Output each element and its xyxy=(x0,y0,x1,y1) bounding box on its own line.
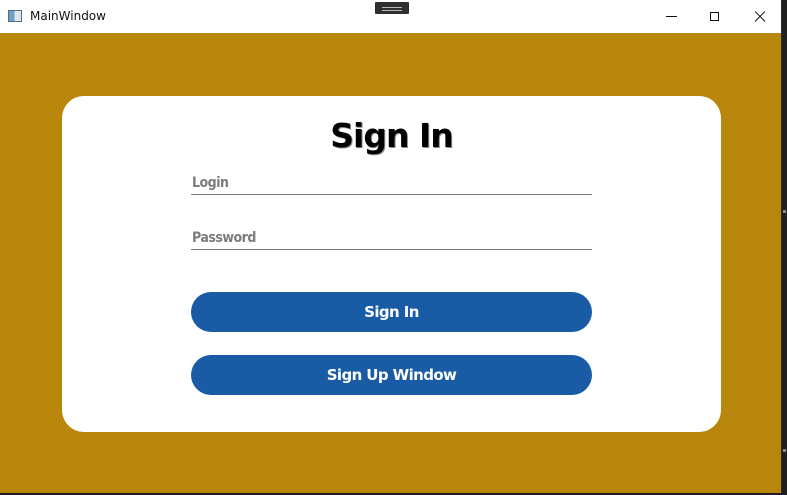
close-icon xyxy=(754,11,766,23)
main-window: MainWindow Sign In Sign In Sign Up Windo… xyxy=(0,0,782,493)
minimize-icon xyxy=(665,16,677,17)
window-title: MainWindow xyxy=(30,9,106,23)
close-button[interactable] xyxy=(737,0,783,33)
login-field xyxy=(191,172,593,195)
maximize-button[interactable] xyxy=(691,0,737,33)
maximize-icon xyxy=(709,12,719,21)
sign-in-button[interactable]: Sign In xyxy=(191,292,592,332)
app-window-icon xyxy=(8,10,22,22)
drag-grip-icon[interactable] xyxy=(375,2,409,14)
resize-edge-marker xyxy=(783,210,786,213)
minimize-button[interactable] xyxy=(648,0,694,33)
title-bar[interactable]: MainWindow xyxy=(0,0,781,33)
resize-edge-marker xyxy=(783,449,786,452)
login-input[interactable] xyxy=(191,172,593,194)
sign-up-window-button[interactable]: Sign Up Window xyxy=(191,355,592,395)
page-title: Sign In xyxy=(330,116,453,155)
password-input[interactable] xyxy=(191,227,593,249)
password-field xyxy=(191,227,593,250)
